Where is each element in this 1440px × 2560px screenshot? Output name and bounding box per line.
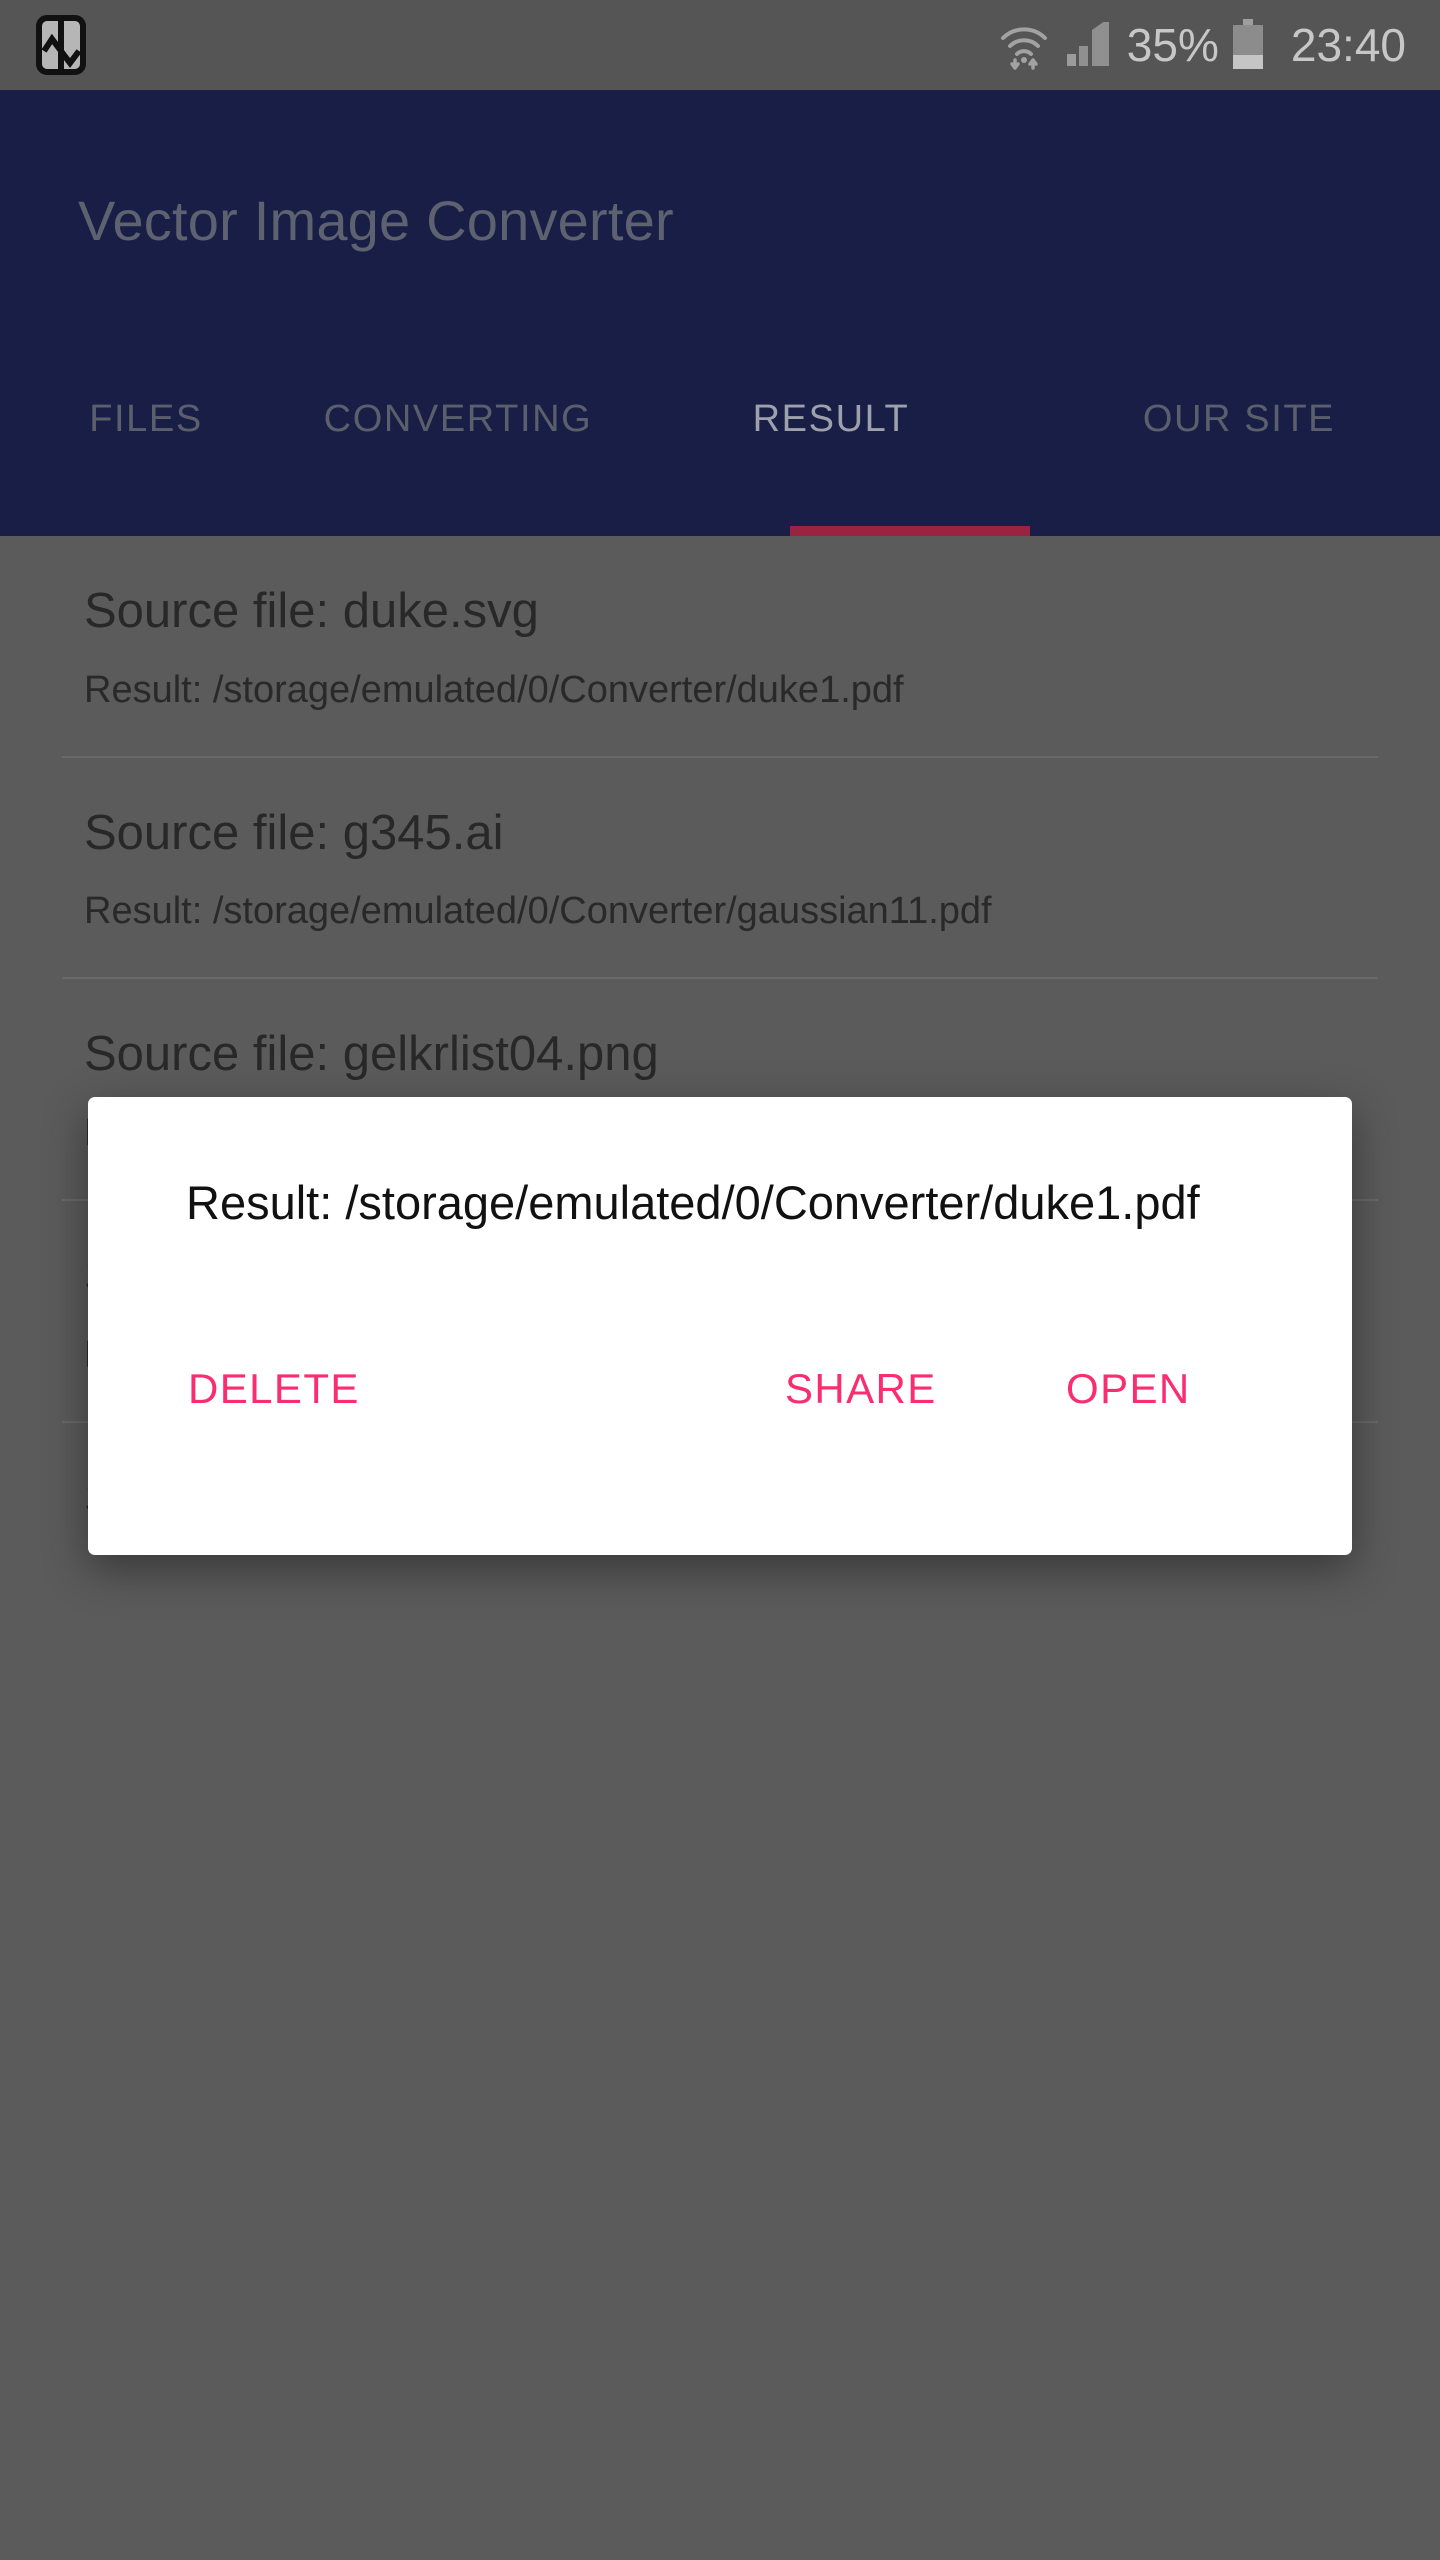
dialog-actions: DELETE SHARE OPEN [88,1365,1352,1475]
wifi-icon [997,20,1065,70]
tab-converting-label: CONVERTING [323,398,593,440]
list-item-source: Source file: duke.svg [84,584,539,638]
tab-result[interactable]: RESULT [624,380,1038,536]
battery-percent-label: 35% [1126,19,1219,71]
status-bar-left [36,15,86,75]
tab-our-site[interactable]: OUR SITE [1038,380,1440,536]
tab-converting[interactable]: CONVERTING [292,380,624,536]
delete-button[interactable]: DELETE [188,1365,360,1413]
battery-icon [1231,19,1291,71]
list-item-source: Source file: g345.ai [84,805,504,860]
list-item-result: Result: /storage/emulated/0/Converter/du… [84,668,904,711]
share-button[interactable]: SHARE [785,1365,937,1413]
dialog-message: Result: /storage/emulated/0/Converter/du… [186,1176,1200,1229]
app-logo-icon [36,15,86,75]
status-bar-clock: 23:40 [1290,19,1406,71]
tab-our-site-label: OUR SITE [1142,398,1336,440]
app-bar: Vector Image Converter FILES CONVERTING … [0,90,1440,536]
list-item-result: Result: /storage/emulated/0/Converter/ga… [84,890,992,933]
status-bar: 35% 23:40 [0,0,1440,90]
tab-active-indicator [790,526,1030,536]
signal-bars-icon [1065,22,1127,68]
phone-screen: 35% 23:40 Vector Image Converter FILES C… [0,0,1440,2560]
open-button[interactable]: OPEN [1066,1365,1191,1413]
list-item-source: Source file: gelkrlist04.png [84,1027,659,1082]
tab-bar: FILES CONVERTING RESULT OUR SITE [0,380,1440,536]
tab-files-label: FILES [89,398,203,440]
tab-files[interactable]: FILES [0,380,292,536]
tab-result-label: RESULT [752,398,910,440]
result-dialog: Result: /storage/emulated/0/Converter/du… [88,1097,1352,1555]
list-item[interactable]: Source file: duke.svg Result: /storage/e… [0,536,1440,756]
status-bar-right: 35% 23:40 [997,19,1406,71]
list-item[interactable]: Source file: g345.ai Result: /storage/em… [0,758,1440,978]
page-title: Vector Image Converter [78,189,674,252]
